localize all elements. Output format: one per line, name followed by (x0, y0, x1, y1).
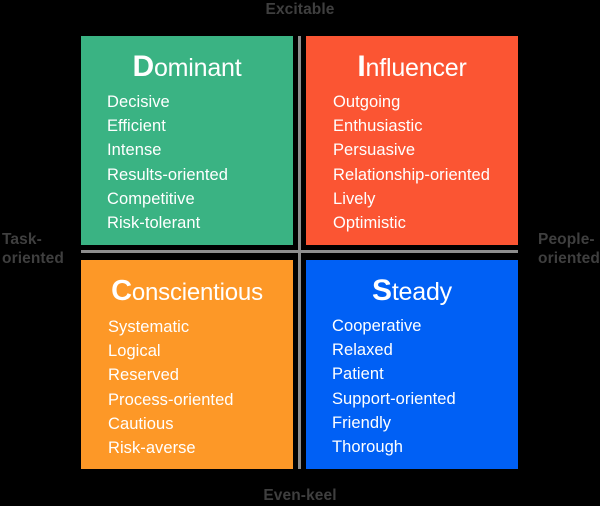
list-item: Risk-tolerant (107, 214, 201, 233)
list-item: Results-oriented (107, 165, 228, 184)
list-item: Competitive (107, 189, 195, 208)
list-item: Support-oriented (332, 389, 456, 408)
quadrant-title-dominant: Dominant (81, 50, 293, 85)
axis-label-right: People- oriented (538, 231, 600, 267)
quadrant-initial-c: C (111, 275, 132, 307)
list-item: Friendly (332, 413, 392, 432)
list-item: Reserved (108, 366, 180, 385)
trait-list-dominant: Decisive Efficient Intense Results-orien… (81, 90, 293, 235)
quadrant-initial-i: I (357, 50, 366, 83)
quadrant-conscientious: Conscientious Systematic Logical Reserve… (81, 260, 293, 469)
quadrant-title-rest-dominant: ominant (153, 54, 242, 82)
quadrant-title-rest-conscientious: onscientious (131, 279, 263, 306)
list-item: Intense (107, 141, 162, 160)
list-item: Cautious (108, 414, 174, 433)
quadrant-title-influencer: Influencer (306, 50, 518, 85)
quadrant-title-steady: Steady (306, 274, 518, 309)
list-item: Thorough (332, 438, 404, 457)
quadrant-steady: Steady Cooperative Relaxed Patient Suppo… (306, 260, 518, 469)
quadrant-influencer: Influencer Outgoing Enthusiastic Persuas… (306, 36, 518, 245)
disc-quadrant-diagram: Excitable Task- oriented People- oriente… (0, 0, 600, 506)
list-item: Lively (333, 189, 376, 208)
list-item: Efficient (107, 117, 166, 136)
axis-label-bottom: Even-keel (263, 487, 337, 504)
list-item: Outgoing (333, 93, 401, 111)
quadrant-title-rest-steady: teady (391, 278, 452, 306)
list-item: Risk-averse (108, 439, 196, 458)
quadrant-grid: Dominant Decisive Efficient Intense Resu… (81, 36, 518, 469)
quadrant-dominant: Dominant Decisive Efficient Intense Resu… (81, 36, 293, 245)
list-item: Process-oriented (108, 390, 234, 409)
list-item: Relaxed (332, 341, 393, 360)
trait-list-influencer: Outgoing Enthusiastic Persuasive Relatio… (306, 90, 518, 235)
list-item: Systematic (108, 318, 190, 336)
list-item: Relationship-oriented (333, 165, 490, 184)
list-item: Optimistic (333, 214, 406, 233)
quadrant-initial-d: D (132, 50, 154, 83)
trait-list-steady: Cooperative Relaxed Patient Support-orie… (306, 314, 518, 459)
list-item: Patient (332, 365, 384, 384)
list-item: Persuasive (333, 141, 416, 160)
quadrant-title-conscientious: Conscientious (81, 274, 293, 310)
list-item: Enthusiastic (333, 117, 423, 136)
axis-label-top: Excitable (265, 1, 335, 18)
list-item: Logical (108, 342, 161, 361)
list-item: Decisive (107, 93, 170, 111)
axis-label-left: Task- oriented (2, 231, 64, 267)
quadrant-initial-s: S (372, 274, 392, 307)
quadrant-title-rest-influencer: nfluencer (365, 54, 467, 82)
trait-list-conscientious: Systematic Logical Reserved Process-orie… (81, 315, 293, 460)
list-item: Cooperative (332, 317, 422, 335)
